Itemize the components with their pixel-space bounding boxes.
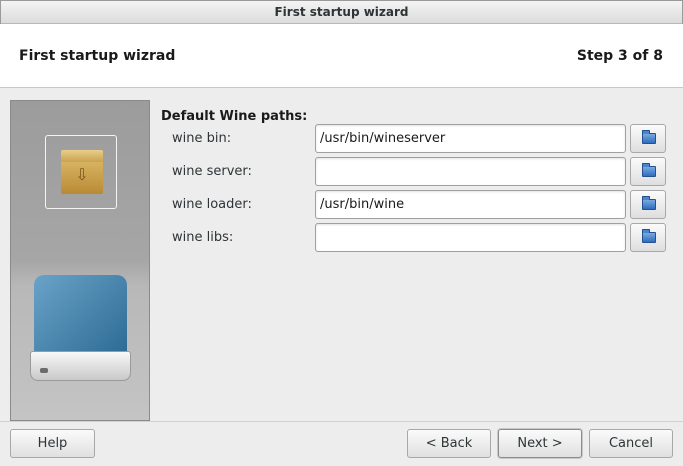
wine-loader-browse-button[interactable] (630, 190, 666, 219)
wine-libs-input[interactable] (315, 223, 626, 252)
package-icon-frame: ⇩ (45, 135, 117, 209)
folder-icon (642, 196, 656, 210)
back-button[interactable]: < Back (407, 429, 491, 458)
next-button[interactable]: Next > (498, 429, 582, 458)
folder-icon (642, 163, 656, 177)
section-title: Default Wine paths: (161, 109, 308, 124)
wizard-title: First startup wizrad (19, 48, 176, 64)
wine-bin-input[interactable]: /usr/bin/wineserver (315, 124, 626, 153)
footer-divider (0, 421, 683, 422)
drive-icon (30, 275, 131, 385)
wine-server-browse-button[interactable] (630, 157, 666, 186)
wine-server-label: wine server: (172, 164, 252, 179)
wine-bin-label: wine bin: (172, 131, 232, 146)
wine-libs-label: wine libs: (172, 230, 234, 245)
window-titlebar[interactable]: First startup wizard (0, 0, 683, 24)
folder-icon (642, 229, 656, 243)
step-indicator: Step 3 of 8 (576, 48, 663, 64)
help-button[interactable]: Help (10, 429, 95, 458)
package-box-icon: ⇩ (61, 150, 103, 194)
wine-libs-browse-button[interactable] (630, 223, 666, 252)
wizard-header: First startup wizrad Step 3 of 8 (0, 24, 683, 88)
wine-loader-label: wine loader: (172, 197, 252, 212)
wine-loader-input[interactable]: /usr/bin/wine (315, 190, 626, 219)
cancel-button[interactable]: Cancel (589, 429, 673, 458)
folder-icon (642, 130, 656, 144)
wizard-sidebar: ⇩ (10, 100, 150, 421)
wine-server-input[interactable] (315, 157, 626, 186)
wine-bin-browse-button[interactable] (630, 124, 666, 153)
window-title: First startup wizard (274, 5, 409, 19)
